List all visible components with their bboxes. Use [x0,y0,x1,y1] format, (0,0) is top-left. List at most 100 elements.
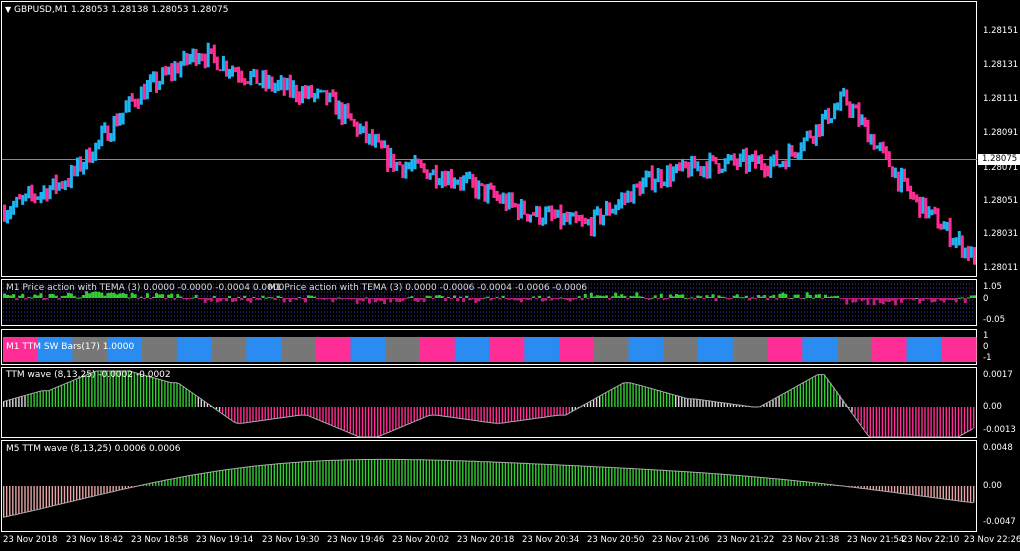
wave-bar [595,398,598,407]
candle [729,154,733,161]
m5-wave-bar [419,459,421,486]
m5-wave-bar [550,464,552,486]
m5-wave-bar [358,459,361,486]
candle [69,165,73,189]
candle [510,192,514,208]
chevron-down-icon[interactable]: ▼ [5,5,11,14]
time-label: 23 Nov 20:50 [587,535,645,545]
sw-bar-segment [767,337,803,362]
wave-bar [702,399,704,407]
m5-wave-bar [288,462,291,486]
wave-bar [185,388,187,407]
m5-wave-bar [255,466,257,486]
candle [480,183,484,187]
wave-bar [711,401,713,407]
candle [738,153,742,167]
candle [136,98,140,109]
m5-wave-bar [632,468,634,486]
m5-wave-bar [410,459,412,486]
wave-bar [550,407,552,417]
tema-bar [142,298,146,299]
m5-wave-bar [966,486,969,502]
candle [297,91,301,105]
tema-bar [732,295,736,298]
candle [313,92,317,103]
tema-bar [51,294,55,298]
candle [744,147,748,174]
wave-bar [471,407,473,420]
m5-wave-bar [76,486,78,501]
candle [91,151,95,163]
m5-wave-bar [221,470,224,486]
tema-bar [139,296,143,298]
candle [833,103,837,120]
m5-wave-bar [498,462,500,486]
m5-wave-bar [875,486,878,491]
tema-bar [817,294,821,298]
candle [468,171,472,180]
m5-wave-bar [918,486,920,496]
m5-wave-bar [662,470,665,486]
tema-axis-label: 1.05 [983,282,1002,292]
wave-bar [562,407,564,416]
tema-bar [30,297,34,299]
m5-wave-bar [155,482,157,486]
tema-bar [276,295,280,298]
tema-bar [42,298,46,301]
wave-bar [310,407,312,417]
tema-bar [644,298,648,299]
tema-bar [3,293,6,298]
wave-bar [717,402,719,407]
candle [456,179,460,185]
candle [94,142,98,161]
candle [273,82,277,93]
tema-bar [611,296,615,298]
m5-wave-bar [544,464,546,486]
tema-bar [927,298,931,300]
wave-bar [720,402,722,407]
tema-bar [948,298,952,300]
m5-wave-bar [51,486,53,507]
m5-wave-bar [486,461,488,486]
wave-bar [662,391,665,407]
tema-bar [36,295,40,298]
candle [535,205,539,218]
tema-bar [662,298,666,300]
wave-bar [790,389,792,407]
swbars-title: M1 TTM SW Bars(17) 1.0000 [6,342,135,352]
candle [845,89,849,106]
tema-bar [9,295,13,298]
m5-wave-bar [228,469,230,486]
chart-title[interactable]: ▼ GBPUSD,M1 1.28053 1.28138 1.28053 1.28… [5,5,229,15]
tema-bar [121,293,125,298]
tema-bar [738,297,742,299]
candle [443,170,447,187]
tema-bar [358,298,362,301]
tema-bar [218,298,222,302]
sw-bar-segment [211,337,247,362]
wave-bar [586,403,589,407]
tema-bar [434,295,438,298]
tema-bar [805,292,809,298]
m5-wave-bar [310,461,312,486]
candle [54,174,58,194]
m5-wave-bar [377,459,379,486]
candle [370,129,374,146]
wave-bar [188,390,190,407]
candle [212,44,216,64]
candle [857,102,861,127]
m5-wave-bar [793,480,795,486]
m5-wave-bar [176,478,178,486]
tema-bar [863,298,867,300]
wave-bar [544,407,546,418]
wave-bar [358,407,361,437]
m5-wave-bar [450,460,452,486]
candle [492,185,496,198]
wave-bar [294,407,297,416]
tema-bar [933,298,937,302]
candle [866,119,870,143]
tema-bar [571,298,575,300]
wave-bar [681,396,683,407]
m5-wave-bar [446,460,449,486]
m5-wave-bar [225,469,227,486]
